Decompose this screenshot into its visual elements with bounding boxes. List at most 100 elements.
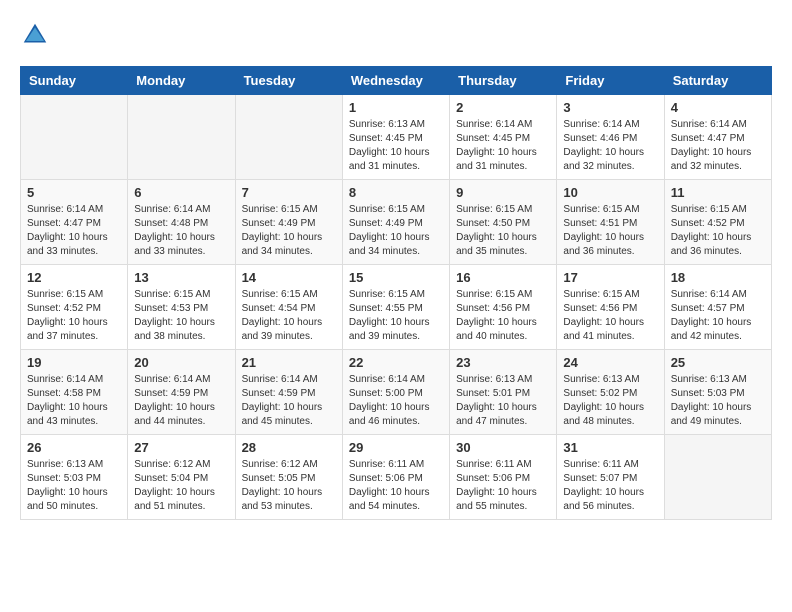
day-number: 30 [456, 440, 550, 455]
day-number: 13 [134, 270, 228, 285]
day-number: 10 [563, 185, 657, 200]
day-info: Sunrise: 6:12 AM Sunset: 5:05 PM Dayligh… [242, 458, 336, 514]
day-number: 8 [349, 185, 443, 200]
day-number: 15 [349, 270, 443, 285]
calendar-cell: 16 Sunrise: 6:15 AM Sunset: 4:56 PM Dayli… [450, 265, 557, 350]
calendar-cell: 30 Sunrise: 6:11 AM Sunset: 5:06 PM Dayli… [450, 435, 557, 520]
day-number: 9 [456, 185, 550, 200]
week-row-4: 19Sunrise: 6:14 AM Sunset: 4:58 PM Dayli… [21, 350, 772, 435]
calendar-cell [235, 95, 342, 180]
calendar-cell: 10Sunrise: 6:15 AM Sunset: 4:51 PM Dayli… [557, 180, 664, 265]
day-number: 16 [456, 270, 550, 285]
calendar-cell: 7 Sunrise: 6:15 AM Sunset: 4:49 PM Daylig… [235, 180, 342, 265]
day-info: Sunrise: 6:14 AM Sunset: 4:58 PM Dayligh… [27, 373, 121, 429]
day-number: 6 [134, 185, 228, 200]
day-number: 7 [242, 185, 336, 200]
day-info: Sunrise: 6:14 AM Sunset: 4:45 PM Dayligh… [456, 118, 550, 174]
day-info: Sunrise: 6:11 AM Sunset: 5:06 PM Dayligh… [456, 458, 550, 514]
calendar-cell: 22 Sunrise: 6:14 AM Sunset: 5:00 PM Dayli… [342, 350, 449, 435]
day-info: Sunrise: 6:11 AM Sunset: 5:06 PM Dayligh… [349, 458, 443, 514]
calendar-cell [128, 95, 235, 180]
day-number: 20 [134, 355, 228, 370]
weekday-header-friday: Friday [557, 67, 664, 95]
day-info: Sunrise: 6:15 AM Sunset: 4:50 PM Dayligh… [456, 203, 550, 259]
calendar-cell: 24 Sunrise: 6:13 AM Sunset: 5:02 PM Dayli… [557, 350, 664, 435]
week-row-3: 12 Sunrise: 6:15 AM Sunset: 4:52 PM Dayli… [21, 265, 772, 350]
day-number: 18 [671, 270, 765, 285]
weekday-header-monday: Monday [128, 67, 235, 95]
day-info: Sunrise: 6:15 AM Sunset: 4:49 PM Dayligh… [349, 203, 443, 259]
day-number: 26 [27, 440, 121, 455]
day-number: 31 [563, 440, 657, 455]
calendar-cell: 19Sunrise: 6:14 AM Sunset: 4:58 PM Dayli… [21, 350, 128, 435]
logo [20, 20, 52, 50]
calendar-cell: 9 Sunrise: 6:15 AM Sunset: 4:50 PM Daylig… [450, 180, 557, 265]
calendar-cell: 1Sunrise: 6:13 AM Sunset: 4:45 PM Daylig… [342, 95, 449, 180]
calendar-cell: 23 Sunrise: 6:13 AM Sunset: 5:01 PM Dayli… [450, 350, 557, 435]
day-info: Sunrise: 6:15 AM Sunset: 4:54 PM Dayligh… [242, 288, 336, 344]
day-info: Sunrise: 6:14 AM Sunset: 4:59 PM Dayligh… [134, 373, 228, 429]
calendar-cell: 21 Sunrise: 6:14 AM Sunset: 4:59 PM Dayli… [235, 350, 342, 435]
calendar-cell: 25Sunrise: 6:13 AM Sunset: 5:03 PM Dayli… [664, 350, 771, 435]
day-info: Sunrise: 6:13 AM Sunset: 5:01 PM Dayligh… [456, 373, 550, 429]
calendar-cell: 18 Sunrise: 6:14 AM Sunset: 4:57 PM Dayli… [664, 265, 771, 350]
weekday-row: SundayMondayTuesdayWednesdayThursdayFrid… [21, 67, 772, 95]
day-number: 11 [671, 185, 765, 200]
day-info: Sunrise: 6:13 AM Sunset: 5:03 PM Dayligh… [27, 458, 121, 514]
calendar-cell: 31 Sunrise: 6:11 AM Sunset: 5:07 PM Dayli… [557, 435, 664, 520]
day-number: 24 [563, 355, 657, 370]
calendar-cell: 5 Sunrise: 6:14 AM Sunset: 4:47 PM Daylig… [21, 180, 128, 265]
calendar-cell: 29Sunrise: 6:11 AM Sunset: 5:06 PM Dayli… [342, 435, 449, 520]
logo-icon [20, 20, 50, 50]
day-number: 28 [242, 440, 336, 455]
calendar-cell: 20 Sunrise: 6:14 AM Sunset: 4:59 PM Dayli… [128, 350, 235, 435]
day-info: Sunrise: 6:14 AM Sunset: 4:47 PM Dayligh… [671, 118, 765, 174]
day-number: 23 [456, 355, 550, 370]
day-info: Sunrise: 6:11 AM Sunset: 5:07 PM Dayligh… [563, 458, 657, 514]
day-info: Sunrise: 6:12 AM Sunset: 5:04 PM Dayligh… [134, 458, 228, 514]
day-info: Sunrise: 6:14 AM Sunset: 4:46 PM Dayligh… [563, 118, 657, 174]
day-info: Sunrise: 6:15 AM Sunset: 4:52 PM Dayligh… [671, 203, 765, 259]
day-info: Sunrise: 6:14 AM Sunset: 4:48 PM Dayligh… [134, 203, 228, 259]
day-info: Sunrise: 6:14 AM Sunset: 4:47 PM Dayligh… [27, 203, 121, 259]
day-number: 21 [242, 355, 336, 370]
day-info: Sunrise: 6:15 AM Sunset: 4:53 PM Dayligh… [134, 288, 228, 344]
calendar-cell: 11 Sunrise: 6:15 AM Sunset: 4:52 PM Dayli… [664, 180, 771, 265]
calendar-cell: 4 Sunrise: 6:14 AM Sunset: 4:47 PM Daylig… [664, 95, 771, 180]
day-info: Sunrise: 6:13 AM Sunset: 5:02 PM Dayligh… [563, 373, 657, 429]
weekday-header-sunday: Sunday [21, 67, 128, 95]
calendar-cell: 28 Sunrise: 6:12 AM Sunset: 5:05 PM Dayli… [235, 435, 342, 520]
day-number: 17 [563, 270, 657, 285]
day-info: Sunrise: 6:14 AM Sunset: 5:00 PM Dayligh… [349, 373, 443, 429]
day-number: 27 [134, 440, 228, 455]
weekday-header-thursday: Thursday [450, 67, 557, 95]
calendar-cell: 12 Sunrise: 6:15 AM Sunset: 4:52 PM Dayli… [21, 265, 128, 350]
day-number: 22 [349, 355, 443, 370]
day-number: 5 [27, 185, 121, 200]
day-number: 2 [456, 100, 550, 115]
day-info: Sunrise: 6:15 AM Sunset: 4:49 PM Dayligh… [242, 203, 336, 259]
calendar-body: 1Sunrise: 6:13 AM Sunset: 4:45 PM Daylig… [21, 95, 772, 520]
calendar-cell: 14Sunrise: 6:15 AM Sunset: 4:54 PM Dayli… [235, 265, 342, 350]
day-info: Sunrise: 6:15 AM Sunset: 4:56 PM Dayligh… [456, 288, 550, 344]
calendar-cell: 3Sunrise: 6:14 AM Sunset: 4:46 PM Daylig… [557, 95, 664, 180]
calendar-cell [21, 95, 128, 180]
day-info: Sunrise: 6:14 AM Sunset: 4:59 PM Dayligh… [242, 373, 336, 429]
week-row-1: 1Sunrise: 6:13 AM Sunset: 4:45 PM Daylig… [21, 95, 772, 180]
calendar-table: SundayMondayTuesdayWednesdayThursdayFrid… [20, 66, 772, 520]
calendar-header: SundayMondayTuesdayWednesdayThursdayFrid… [21, 67, 772, 95]
day-info: Sunrise: 6:14 AM Sunset: 4:57 PM Dayligh… [671, 288, 765, 344]
calendar-cell: 2 Sunrise: 6:14 AM Sunset: 4:45 PM Daylig… [450, 95, 557, 180]
day-number: 25 [671, 355, 765, 370]
day-info: Sunrise: 6:15 AM Sunset: 4:56 PM Dayligh… [563, 288, 657, 344]
day-info: Sunrise: 6:15 AM Sunset: 4:52 PM Dayligh… [27, 288, 121, 344]
day-number: 1 [349, 100, 443, 115]
day-number: 4 [671, 100, 765, 115]
week-row-5: 26 Sunrise: 6:13 AM Sunset: 5:03 PM Dayli… [21, 435, 772, 520]
day-number: 12 [27, 270, 121, 285]
calendar-cell: 8 Sunrise: 6:15 AM Sunset: 4:49 PM Daylig… [342, 180, 449, 265]
weekday-header-tuesday: Tuesday [235, 67, 342, 95]
calendar-cell [664, 435, 771, 520]
day-info: Sunrise: 6:15 AM Sunset: 4:55 PM Dayligh… [349, 288, 443, 344]
weekday-header-saturday: Saturday [664, 67, 771, 95]
